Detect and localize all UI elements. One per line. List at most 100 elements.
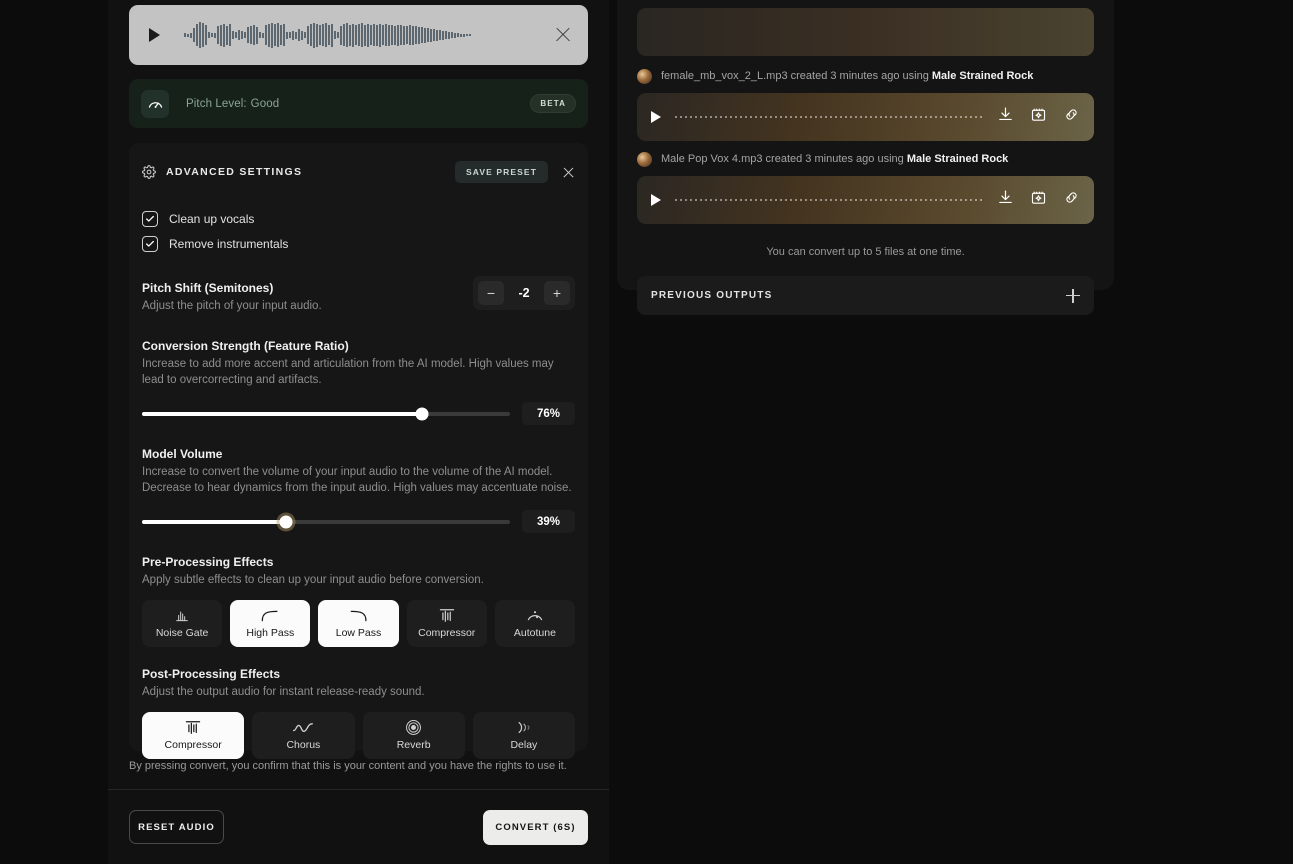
waveform-bar [388, 24, 390, 46]
checkbox-remove-instrumentals[interactable]: Remove instrumentals [142, 231, 575, 256]
previous-outputs-label: PREVIOUS OUTPUTS [651, 290, 773, 301]
conversion-settings-panel: Pitch Level: Good BETA ADVANCED SETTINGS … [108, 0, 609, 864]
add-to-collection-icon[interactable] [1030, 106, 1047, 128]
effect-button-chorus[interactable]: Chorus [252, 712, 355, 759]
waveform-bar [262, 32, 264, 38]
beta-badge: BETA [530, 94, 576, 113]
play-icon[interactable] [651, 194, 661, 206]
waveform-bar [193, 28, 195, 42]
checkbox-icon[interactable] [142, 210, 158, 227]
waveform-bar [316, 23, 318, 47]
slider-track[interactable] [142, 407, 510, 420]
output-actions [997, 106, 1080, 128]
post-processing-effect-buttons: Compressor Chorus Reverb Delay [142, 712, 575, 759]
effect-label: Noise Gate [155, 627, 209, 639]
autotune-icon [526, 608, 544, 623]
waveform-bar [307, 26, 309, 44]
waveform-bar [331, 23, 333, 47]
download-icon[interactable] [997, 106, 1014, 128]
effect-label: Reverb [396, 739, 431, 751]
waveform-bar [379, 23, 381, 47]
slider-track[interactable] [142, 515, 510, 528]
previous-outputs-toggle[interactable]: PREVIOUS OUTPUTS [637, 276, 1094, 315]
close-icon[interactable] [562, 166, 575, 179]
waveform-bar [217, 26, 219, 44]
effect-button-noise-gate[interactable]: Noise Gate [142, 600, 223, 647]
waveform-bar [301, 30, 303, 40]
waveform-bar [391, 25, 393, 45]
waveform-bar [325, 23, 327, 47]
convert-button[interactable]: CONVERT (6S) [483, 809, 588, 845]
play-icon[interactable] [149, 28, 160, 42]
waveform-bar [313, 22, 315, 48]
waveform-bar [460, 33, 462, 37]
waveform-bar [202, 23, 204, 47]
save-preset-button[interactable]: SAVE PRESET [455, 161, 548, 183]
effect-button-compressor[interactable]: Compressor [142, 712, 245, 759]
output-waveform[interactable] [675, 116, 983, 118]
play-icon[interactable] [651, 111, 661, 123]
waveform-bar [292, 30, 294, 40]
checkbox-clean-up-vocals[interactable]: Clean up vocals [142, 206, 575, 231]
waveform-bar [256, 26, 258, 44]
increment-button[interactable]: + [544, 281, 570, 305]
output-filename: female_mb_vox_2_L.mp3 created 3 minutes … [661, 70, 1034, 82]
effect-button-delay[interactable]: Delay [472, 712, 575, 759]
waveform-bar [253, 25, 255, 45]
chorus-icon [292, 720, 314, 735]
waveform-bar [211, 33, 213, 37]
slider-handle[interactable] [415, 407, 429, 420]
waveform-bar [445, 31, 447, 39]
checkbox-icon[interactable] [142, 235, 158, 252]
waveform-bar [268, 23, 270, 47]
waveform-bar [196, 24, 198, 46]
pitch-level-card: Pitch Level: Good BETA [129, 79, 588, 128]
waveform-bar [241, 31, 243, 39]
setting-description: Adjust the output audio for instant rele… [142, 686, 425, 698]
noise-gate-icon [174, 608, 190, 623]
waveform-display[interactable] [184, 18, 538, 52]
add-to-collection-icon[interactable] [1030, 189, 1047, 211]
close-icon[interactable] [554, 26, 572, 44]
waveform-bar [469, 34, 471, 36]
output-model-name: Male Strained Rock [906, 153, 1009, 165]
effect-button-autotune[interactable]: Autotune [494, 600, 576, 647]
outputs-panel: female_mb_vox_2_L.mp3 created 3 minutes … [617, 0, 1114, 315]
waveform-bar [328, 25, 330, 45]
waveform-bar [394, 25, 396, 45]
copy-link-icon[interactable] [1063, 106, 1080, 128]
waveform-bar [442, 30, 444, 40]
download-icon[interactable] [997, 189, 1014, 211]
waveform-bar [424, 27, 426, 43]
effect-button-reverb[interactable]: Reverb [362, 712, 465, 759]
waveform-bar [430, 28, 432, 42]
output-waveform[interactable] [675, 199, 983, 201]
waveform-bar [277, 23, 279, 47]
copy-link-icon[interactable] [1063, 189, 1080, 211]
waveform-bar [436, 29, 438, 41]
output-player-partial[interactable] [637, 8, 1094, 56]
effect-button-high-pass[interactable]: High Pass [230, 600, 311, 647]
high-pass-icon [260, 608, 280, 623]
setting-description: Increase to convert the volume of your i… [142, 466, 572, 494]
waveform-bar [349, 24, 351, 46]
output-player [637, 93, 1094, 141]
effect-button-low-pass[interactable]: Low Pass [318, 600, 399, 647]
slider-handle[interactable] [279, 515, 293, 528]
delay-icon [515, 720, 533, 735]
waveform-bar [322, 24, 324, 46]
waveform-bar [421, 27, 423, 43]
output-meta: female_mb_vox_2_L.mp3 created 3 minutes … [637, 66, 1094, 86]
effect-button-compressor[interactable]: Compressor [406, 600, 487, 647]
effect-label: Compressor [418, 627, 476, 639]
waveform-bar [382, 25, 384, 45]
plus-icon[interactable] [1066, 288, 1080, 303]
waveform-bar [286, 31, 288, 39]
waveform-bar [238, 30, 240, 40]
waveform-bar [346, 23, 348, 47]
decrement-button[interactable]: − [478, 281, 504, 305]
slider-fill [142, 519, 286, 524]
setting-title: Pre-Processing Effects [142, 555, 274, 569]
waveform-bar [223, 23, 225, 47]
reset-audio-button[interactable]: RESET AUDIO [129, 810, 224, 844]
